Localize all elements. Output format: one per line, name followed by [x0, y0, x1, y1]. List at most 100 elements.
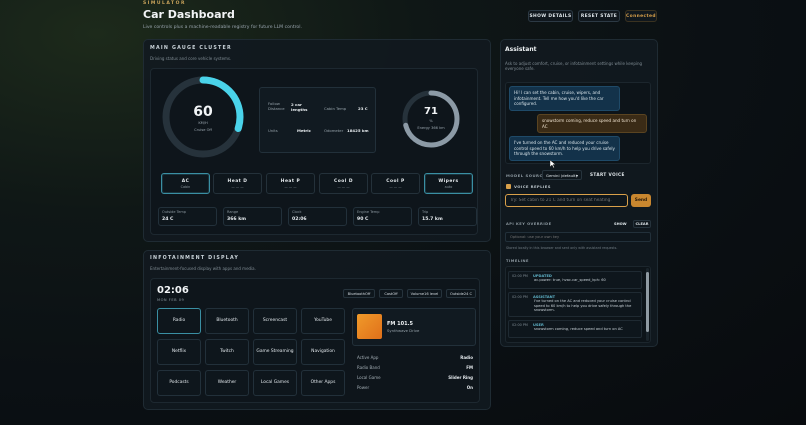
detail-radio-band-label: Radio Band [357, 365, 380, 370]
model-source-select[interactable]: Gemini (default) ▾ [542, 170, 582, 180]
api-key-note: Stored locally in this browser and sent … [506, 246, 618, 250]
timeline-scroll-thumb[interactable] [646, 272, 649, 332]
app-weather[interactable]: Weather [205, 370, 249, 396]
cabin-temp-value: 23 C [358, 106, 368, 111]
show-details-button[interactable]: SHOW DETAILS [528, 10, 573, 22]
app-bluetooth[interactable]: Bluetooth [205, 308, 249, 334]
stat-range-value: 366 km [227, 217, 247, 222]
header-eyebrow: SIMULATOR [143, 1, 186, 6]
control-heat-passenger[interactable]: Heat P — — — [266, 173, 315, 194]
now-playing-artist: Synthwave Drive [387, 328, 420, 333]
timeline-scrollbar[interactable] [646, 268, 649, 341]
control-wipers-sub: auto [444, 184, 453, 189]
control-ac[interactable]: AC Cabin [161, 173, 210, 194]
odometer-label: Odometer [324, 128, 344, 133]
cruise-status: Cruise Off [194, 128, 212, 132]
control-ac-sub: Cabin [180, 184, 191, 189]
chip-cast: CastOff [379, 289, 403, 298]
detail-active-app: Active App Radio [357, 355, 473, 360]
assistant-input[interactable] [505, 194, 628, 207]
detail-power-label: Power [357, 385, 370, 390]
chat-message-user: snowstorm coming, reduce speed and turn … [537, 114, 647, 134]
control-wipers[interactable]: Wipers auto [424, 173, 473, 194]
vehicle-info-card [259, 87, 376, 153]
app-game-streaming[interactable]: Game Streaming [253, 339, 297, 365]
api-key-label: API KEY OVERRIDE [506, 222, 552, 226]
stat-trip: Trip 15.7 km [418, 207, 477, 226]
stat-clock: Clock 02:06 [288, 207, 347, 226]
stat-outside-temp-label: Outside Temp [162, 210, 186, 214]
follow-distance-label: Follow Distance [268, 101, 285, 111]
infotainment-time: 02:06 [157, 285, 189, 296]
control-ac-title: AC [181, 178, 190, 184]
app-navigation[interactable]: Navigation [301, 339, 345, 365]
now-playing-station: FM 101.5 [387, 321, 413, 327]
control-cool-passenger-sub: — — — [389, 184, 402, 189]
follow-distance-value: 2 car lengths [291, 102, 308, 113]
start-voice-button[interactable]: START VOICE [590, 172, 625, 177]
control-heat-driver-title: Heat D [227, 178, 248, 184]
api-key-input[interactable] [505, 232, 651, 242]
units-value: Metric [297, 128, 311, 133]
app-other-apps[interactable]: Other Apps [301, 370, 345, 396]
chat-message-assistant: Hi! I can set the cabin, cruise, wipers,… [509, 86, 620, 111]
stat-clock-label: Clock [292, 210, 302, 214]
clear-key-button[interactable]: CLEAR [633, 220, 651, 228]
control-heat-passenger-sub: — — — [284, 184, 297, 189]
assistant-title: Assistant [505, 46, 537, 53]
stat-engine-temp: Engine Temp 90 C [353, 207, 412, 226]
chip-outside: Outside24 C [446, 289, 476, 298]
detail-local-game-value: Slider Ring [448, 375, 473, 380]
stat-clock-value: 02:06 [292, 217, 307, 222]
timeline-text: ac.power: true, hvac.car_speed_kph: 60 [534, 278, 606, 282]
app-local-games[interactable]: Local Games [253, 370, 297, 396]
timeline-text: I've turned on the AC and reduced your c… [534, 299, 632, 313]
timeline-label: TIMELINE [506, 259, 529, 263]
detail-local-game-label: Local Game [357, 375, 381, 380]
control-heat-passenger-title: Heat P [280, 178, 301, 184]
model-source-value: Gemini (default) [546, 172, 578, 178]
control-wipers-title: Wipers [438, 178, 459, 184]
page-subtitle: Live controls plus a machine-readable re… [143, 25, 302, 30]
control-cool-driver-title: Cool D [334, 178, 353, 184]
connection-status-badge: Connected [625, 10, 657, 22]
stat-engine-temp-value: 90 C [357, 217, 369, 222]
app-youtube[interactable]: YouTube [301, 308, 345, 334]
app-twitch[interactable]: Twitch [205, 339, 249, 365]
mouse-cursor-icon [550, 160, 556, 168]
control-heat-driver[interactable]: Heat D — — — [213, 173, 262, 194]
reset-state-button[interactable]: RESET STATE [578, 10, 620, 22]
stat-trip-label: Trip [422, 210, 429, 214]
speed-unit: KM/H [198, 121, 208, 125]
send-button[interactable]: Send [631, 194, 651, 207]
control-heat-driver-sub: — — — [231, 184, 244, 189]
album-art [357, 314, 382, 339]
detail-radio-band-value: FM [466, 365, 473, 370]
assistant-intro: Ask to adjust comfort, cruise, or infota… [505, 61, 643, 72]
timeline-time: 02:00 PM [512, 323, 528, 327]
app-podcasts[interactable]: Podcasts [157, 370, 201, 396]
cluster-subtitle: Driving status and core vehicle systems. [150, 56, 232, 61]
page-title: Car Dashboard [143, 8, 235, 21]
timeline-item: 02:00 PM ASSISTANT I've turned on the AC… [508, 292, 642, 317]
voice-replies-label: VOICE REPLIES [514, 184, 551, 189]
app-radio[interactable]: Radio [157, 308, 201, 334]
control-cool-driver[interactable]: Cool D — — — [319, 173, 368, 194]
chip-bluetooth: BluetoothOff [343, 289, 375, 298]
units-label: Units [268, 128, 278, 133]
cabin-temp-label: Cabin Temp [324, 106, 347, 111]
timeline-text: snowstorm coming, reduce speed and turn … [534, 327, 623, 331]
detail-power: Power On [357, 385, 473, 390]
detail-power-value: On [466, 385, 473, 390]
detail-active-app-value: Radio [460, 355, 473, 360]
show-key-button[interactable]: SHOW [614, 222, 627, 226]
control-cool-passenger[interactable]: Cool P — — — [371, 173, 420, 194]
app-netflix[interactable]: Netflix [157, 339, 201, 365]
detail-local-game: Local Game Slider Ring [357, 375, 473, 380]
stat-trip-value: 15.7 km [422, 217, 443, 222]
app-screencast[interactable]: Screencast [253, 308, 297, 334]
voice-replies-checkbox[interactable] [506, 184, 511, 189]
stat-range-label: Range [227, 210, 239, 214]
timeline-item: 02:00 PM UPDATED ac.power: true, hvac.ca… [508, 271, 642, 289]
cluster-title: MAIN GAUGE CLUSTER [150, 46, 232, 51]
